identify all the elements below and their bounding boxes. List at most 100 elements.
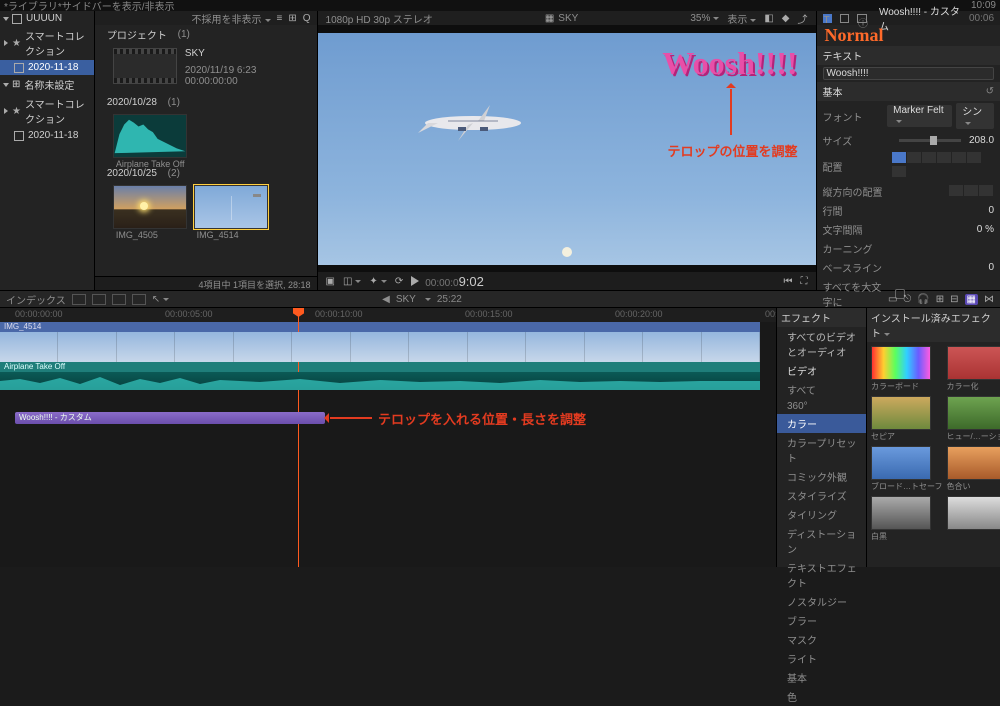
film-icon: ▦ <box>545 13 554 24</box>
fx-cat[interactable]: スタイライズ <box>777 486 866 505</box>
fx-cat[interactable]: ビデオ <box>777 361 866 380</box>
timeline[interactable]: 00:00:00:00 00:00:05:00 00:00:10:00 00:0… <box>0 308 776 567</box>
view-dropdown[interactable]: 表示 <box>727 11 756 26</box>
tl-tool-c[interactable]: ⊞ <box>936 294 944 305</box>
fx-cat[interactable]: ノスタルジー <box>777 592 866 611</box>
sidebar-item-event2[interactable]: 2020-11-18 <box>0 128 94 143</box>
field-valign: 縦方向の配置 <box>817 182 1000 201</box>
fx-cat[interactable]: すべてのビデオとオーディオ <box>777 327 866 361</box>
grid-view-icon[interactable]: ⊞ <box>288 13 296 24</box>
project-section-header[interactable]: プロジェクト (1) <box>95 25 317 44</box>
list-view-icon[interactable]: ≡ <box>277 13 283 24</box>
fx-cat[interactable]: ライト <box>777 649 866 668</box>
tab-text-icon[interactable]: T <box>823 14 832 23</box>
font-dropdown[interactable]: Marker Felt <box>887 105 952 127</box>
title-clip[interactable]: Woosh!!!! - カスタム <box>15 412 325 424</box>
effect-item[interactable]: 白黒 <box>871 496 943 542</box>
align-buttons[interactable] <box>892 152 994 180</box>
effect-item[interactable]: カラーボード <box>871 346 943 392</box>
tl-effects-icon[interactable]: ▦ <box>965 294 978 305</box>
effect-item[interactable]: ブロード…トセーフ <box>871 446 943 492</box>
viewer-canvas[interactable]: Woosh!!!! テロップの位置を調整 <box>318 33 816 265</box>
tab-info-icon[interactable]: ⓘ <box>857 14 867 23</box>
prev-frame-icon[interactable]: ⏮ <box>784 276 793 287</box>
timeline-ruler[interactable]: 00:00:00:00 00:00:05:00 00:00:10:00 00:0… <box>0 308 776 322</box>
fx-cat[interactable]: ブラー <box>777 611 866 630</box>
fullscreen-icon[interactable]: ⛶ <box>801 276 808 287</box>
fx-cat[interactable]: ディストーション <box>777 524 866 558</box>
fx-cat[interactable]: テキストエフェクト <box>777 558 866 592</box>
filter-dropdown[interactable]: 不採用を非表示 <box>192 11 271 26</box>
event1-header[interactable]: 2020/10/28 (1) <box>95 95 317 110</box>
fx-cat[interactable]: 色 <box>777 687 866 706</box>
fx-cat-selected[interactable]: カラー <box>777 414 866 433</box>
tl-view3[interactable] <box>112 294 126 305</box>
fx-cat[interactable]: 360° <box>777 399 866 414</box>
valign-buttons[interactable] <box>949 185 994 199</box>
fx-cat[interactable]: タイリング <box>777 505 866 524</box>
tl-view2[interactable] <box>92 294 106 305</box>
tl-transitions-icon[interactable]: ⋈ <box>984 294 994 305</box>
sidebar-item-event-sel[interactable]: 2020-11-18 <box>0 60 94 75</box>
timeline-duration: 25:22 <box>437 294 462 305</box>
annotation-label-timeline: テロップを入れる位置・長さを調整 <box>378 409 586 428</box>
effect-item[interactable]: セピア <box>871 396 943 442</box>
reset-icon[interactable]: ↺ <box>986 86 994 97</box>
tool-crop-icon[interactable]: ◫ <box>343 276 361 287</box>
tl-tool-a[interactable]: ▭ <box>888 294 897 305</box>
clip-img4514[interactable]: IMG_4514 <box>194 185 268 229</box>
scope-icon[interactable]: ◧ <box>764 13 773 24</box>
browser-footer: 4項目中 1項目を選択, 28:18 <box>95 276 317 290</box>
sidebar-item-smart[interactable]: ★スマートコレクション <box>0 26 94 60</box>
search-icon[interactable]: Q <box>303 13 311 24</box>
zoom-dropdown[interactable]: 35% <box>690 13 719 24</box>
tl-tool-d[interactable]: ⊟ <box>950 294 958 305</box>
library-sidebar: UUUUN ★スマートコレクション 2020-11-18 ⊞名称未設定 ★スマー… <box>0 11 95 290</box>
font-face-dropdown[interactable]: シン <box>956 103 994 129</box>
tool-select-dropdown[interactable]: ↖︎ <box>152 294 169 305</box>
group-basic: 基本↺ <box>817 82 1000 101</box>
play-icon[interactable] <box>411 276 419 286</box>
annotation-label: テロップの位置を調整 <box>668 141 798 160</box>
airplane-graphic <box>418 103 528 143</box>
tl-view1[interactable] <box>72 294 86 305</box>
history-back-icon[interactable]: ◀ <box>382 294 390 305</box>
index-button[interactable]: インデックス <box>6 292 66 307</box>
effects-categories: エフェクト すべてのビデオとオーディオ ビデオ すべて 360° カラー カラー… <box>776 308 866 567</box>
fx-cat[interactable]: すべて <box>777 380 866 399</box>
clip-airplane-audio[interactable]: Airplane Take Off <box>113 114 187 158</box>
effect-item[interactable]: カラー化 <box>947 346 1000 392</box>
sidebar-item-untitled[interactable]: ⊞名称未設定 <box>0 75 94 94</box>
project-thumbnail <box>113 48 177 84</box>
title-text-overlay[interactable]: Woosh!!!! <box>662 45 797 82</box>
tool-retime-icon[interactable]: ⟳ <box>395 276 403 287</box>
share-icon[interactable]: ⤴ <box>798 11 808 26</box>
project-item[interactable]: SKY 2020/11/19 6:23 00:00:00:00 <box>95 44 317 95</box>
effect-item[interactable]: ヒュー/…ーション <box>947 396 1000 442</box>
tl-tool-b[interactable]: ⎋ <box>903 294 911 305</box>
timeline-title-drop[interactable] <box>422 294 431 305</box>
installed-effects-dropdown[interactable]: インストール済みエフェクト <box>871 310 996 340</box>
star-icon: ★ <box>12 38 21 49</box>
tool-enhance-icon[interactable]: ✦ <box>369 276 386 287</box>
viewer-header: 1080p HD 30p ステレオ ▦SKY 35% 表示 ◧ ◆ ⤴ <box>318 11 816 25</box>
effect-item[interactable]: 色合い <box>947 446 1000 492</box>
tl-audio-icon[interactable]: 🎧 <box>917 294 929 305</box>
tool-transform-icon[interactable]: ▣ <box>326 276 335 287</box>
effect-item[interactable] <box>947 496 1000 542</box>
video-clip[interactable]: IMG_4514 <box>0 322 760 362</box>
sidebar-item-smart2[interactable]: ★スマートコレクション <box>0 94 94 128</box>
tab-video-icon[interactable] <box>840 14 849 23</box>
size-slider[interactable] <box>899 139 961 142</box>
fx-cat[interactable]: カラープリセット <box>777 433 866 467</box>
text-input[interactable]: Woosh!!!! <box>823 67 995 80</box>
sidebar-item-library[interactable]: UUUUN <box>0 11 94 26</box>
fx-cat[interactable]: コミック外観 <box>777 467 866 486</box>
fx-cat[interactable]: 基本 <box>777 668 866 687</box>
tl-view4[interactable] <box>132 294 146 305</box>
color-icon[interactable]: ◆ <box>782 13 790 24</box>
window-titlebar: *ライブラリ*サイドバーを表示/非表示 10:09 <box>0 0 1000 11</box>
clip-img4505[interactable]: IMG_4505 <box>113 185 187 229</box>
fx-cat[interactable]: マスク <box>777 630 866 649</box>
audio-clip[interactable]: Airplane Take Off <box>0 362 760 390</box>
